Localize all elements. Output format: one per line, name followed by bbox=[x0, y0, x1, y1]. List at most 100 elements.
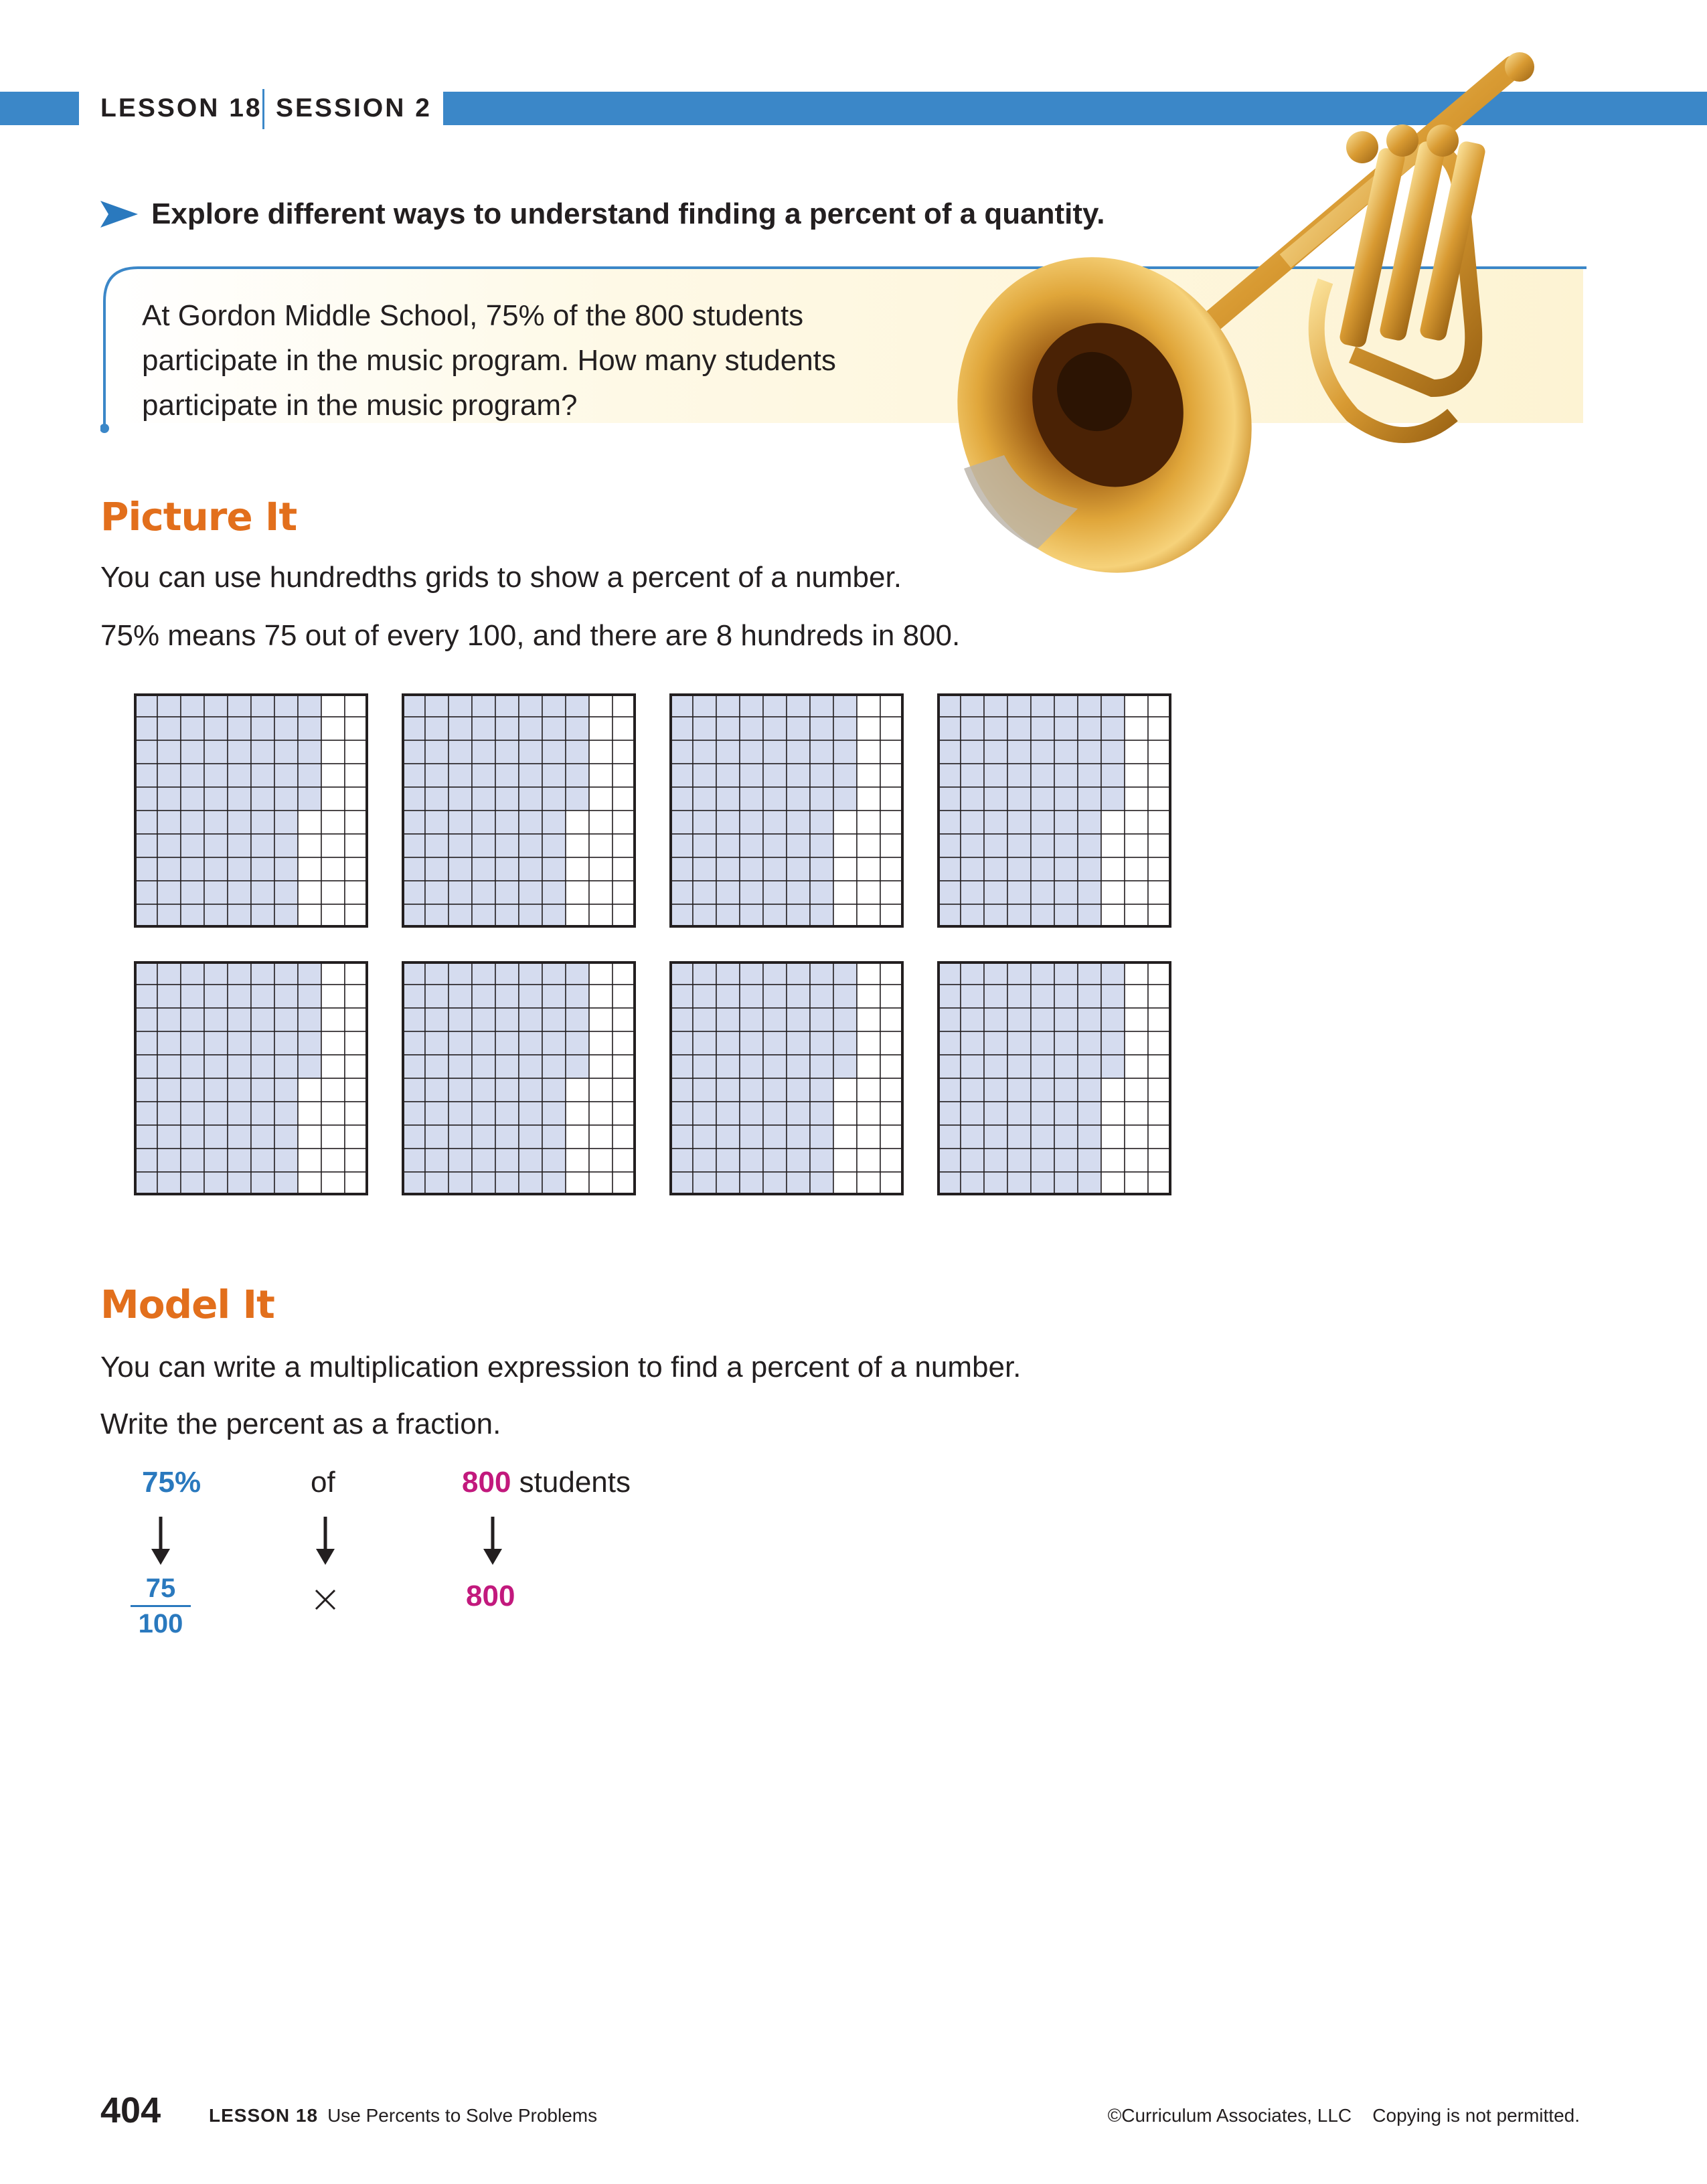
grid-cell-shaded bbox=[471, 904, 496, 928]
grid-cell bbox=[588, 716, 613, 741]
grid-cell-shaded bbox=[297, 763, 322, 788]
grid-cell-shaded bbox=[716, 961, 740, 985]
grid-cell-shaded bbox=[204, 1148, 228, 1173]
grid-cell-shaded bbox=[960, 904, 985, 928]
grid-cell-shaded bbox=[250, 1007, 275, 1032]
grid-cell-shaded bbox=[250, 786, 275, 811]
grid-cell-shaded bbox=[134, 740, 158, 764]
grid-cell-shaded bbox=[1007, 786, 1032, 811]
grid-cell-shaded bbox=[1030, 1078, 1055, 1102]
grid-cell-shaded bbox=[274, 1101, 299, 1126]
grid-cell bbox=[565, 880, 590, 905]
grid-svg bbox=[937, 961, 1171, 1195]
grid-cell-shaded bbox=[180, 1148, 205, 1173]
grid-cell-shaded bbox=[424, 716, 449, 741]
grid-cell bbox=[344, 716, 368, 741]
grid-cell bbox=[612, 1007, 636, 1032]
grid-cell-shaded bbox=[739, 693, 764, 718]
grid-cell-shaded bbox=[180, 740, 205, 764]
grid-cell-shaded bbox=[1077, 716, 1102, 741]
grid-cell-shaded bbox=[762, 984, 787, 1009]
grid-cell-shaded bbox=[786, 1031, 811, 1056]
grid-cell bbox=[344, 984, 368, 1009]
grid-cell bbox=[321, 904, 345, 928]
grid-cell bbox=[344, 961, 368, 985]
grid-cell-shaded bbox=[274, 810, 299, 835]
grid-cell-shaded bbox=[402, 1148, 426, 1173]
grid-cell bbox=[1124, 716, 1149, 741]
grid-cell-shaded bbox=[542, 857, 566, 881]
grid-cell-shaded bbox=[134, 1124, 158, 1149]
grid-cell-shaded bbox=[227, 763, 252, 788]
grid-cell-shaded bbox=[180, 693, 205, 718]
grid-cell-shaded bbox=[157, 904, 181, 928]
grid-cell-shaded bbox=[1030, 740, 1055, 764]
grid-cell-shaded bbox=[402, 833, 426, 858]
grid-svg bbox=[402, 961, 636, 1195]
grid-cell-shaded bbox=[1077, 1078, 1102, 1102]
grid-cell-shaded bbox=[297, 1031, 322, 1056]
grid-cell bbox=[344, 857, 368, 881]
grid-cell-shaded bbox=[762, 1054, 787, 1079]
grid-cell bbox=[1124, 693, 1149, 718]
grid-cell-shaded bbox=[669, 880, 694, 905]
grid-cell-shaded bbox=[402, 1078, 426, 1102]
grid-cell-shaded bbox=[471, 786, 496, 811]
grid-cell-shaded bbox=[739, 857, 764, 881]
grid-cell-shaded bbox=[937, 961, 961, 985]
grid-cell bbox=[297, 1101, 322, 1126]
grid-cell-shaded bbox=[518, 961, 543, 985]
grid-cell bbox=[297, 1148, 322, 1173]
grid-cell-shaded bbox=[983, 961, 1008, 985]
grid-cell-shaded bbox=[134, 961, 158, 985]
grid-cell-shaded bbox=[960, 763, 985, 788]
grid-cell-shaded bbox=[274, 857, 299, 881]
grid-cell-shaded bbox=[1030, 857, 1055, 881]
grid-cell-shaded bbox=[518, 693, 543, 718]
grid-cell-shaded bbox=[937, 984, 961, 1009]
grid-cell-shaded bbox=[1030, 716, 1055, 741]
grid-cell-shaded bbox=[762, 1171, 787, 1195]
grid-cell-shaded bbox=[669, 961, 694, 985]
grid-cell-shaded bbox=[960, 740, 985, 764]
grid-cell-shaded bbox=[157, 740, 181, 764]
grid-cell-shaded bbox=[692, 880, 717, 905]
grid-cell-shaded bbox=[762, 1031, 787, 1056]
grid-cell bbox=[321, 763, 345, 788]
hundredths-grid bbox=[134, 693, 368, 928]
grid-cell-shaded bbox=[180, 716, 205, 741]
grid-cell bbox=[588, 1101, 613, 1126]
grid-cell-shaded bbox=[1030, 961, 1055, 985]
grid-cell-shaded bbox=[180, 786, 205, 811]
grid-cell-shaded bbox=[669, 857, 694, 881]
grid-cell-shaded bbox=[518, 1054, 543, 1079]
grid-cell-shaded bbox=[424, 1031, 449, 1056]
grid-cell-shaded bbox=[1077, 833, 1102, 858]
grid-cell bbox=[321, 716, 345, 741]
grid-cell-shaded bbox=[542, 716, 566, 741]
grid-cell bbox=[612, 1171, 636, 1195]
grid-cell-shaded bbox=[518, 1124, 543, 1149]
session-label: SESSION 2 bbox=[276, 94, 432, 122]
grid-cell-shaded bbox=[716, 1031, 740, 1056]
grid-cell bbox=[1147, 1007, 1171, 1032]
grid-cell-shaded bbox=[716, 716, 740, 741]
grid-cell-shaded bbox=[495, 1007, 519, 1032]
grid-svg bbox=[402, 693, 636, 928]
grid-cell-shaded bbox=[692, 904, 717, 928]
problem-line: participate in the music program? bbox=[142, 389, 578, 422]
grid-cell-shaded bbox=[250, 1054, 275, 1079]
grid-cell bbox=[880, 1078, 904, 1102]
grid-cell-shaded bbox=[227, 810, 252, 835]
grid-cell-shaded bbox=[1007, 833, 1032, 858]
grid-cell-shaded bbox=[1077, 786, 1102, 811]
grid-cell-shaded bbox=[786, 1054, 811, 1079]
grid-cell-shaded bbox=[809, 1031, 834, 1056]
hundredths-grid bbox=[402, 961, 636, 1195]
grid-cell-shaded bbox=[448, 857, 473, 881]
grid-cell-shaded bbox=[983, 1031, 1008, 1056]
hundredths-grid bbox=[937, 693, 1171, 928]
grid-cell bbox=[880, 1101, 904, 1126]
grid-cell-shaded bbox=[518, 1101, 543, 1126]
grid-cell-shaded bbox=[157, 786, 181, 811]
